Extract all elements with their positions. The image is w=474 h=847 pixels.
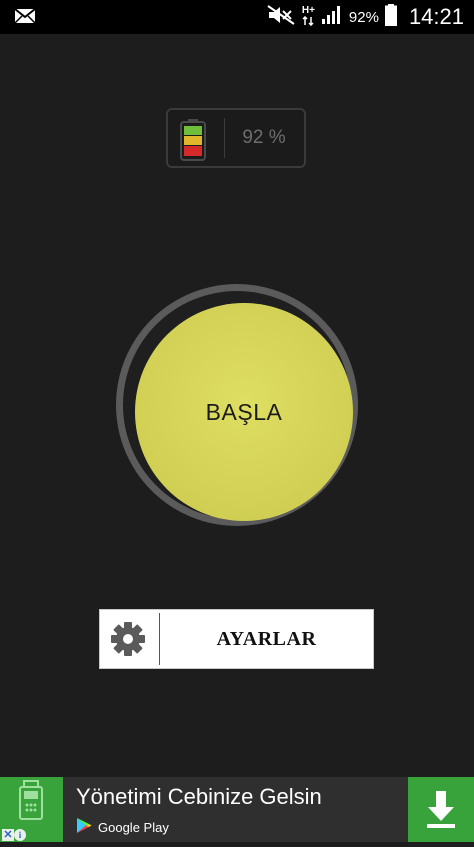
settings-button[interactable]: AYARLAR bbox=[99, 609, 374, 669]
pos-terminal-icon bbox=[19, 780, 43, 820]
signal-strength-icon bbox=[321, 5, 343, 30]
start-button-ring-gap: BAŞLA bbox=[123, 291, 353, 521]
ad-info-icon[interactable]: i bbox=[14, 829, 26, 841]
clock: 14:21 bbox=[408, 4, 464, 29]
ad-download-button[interactable] bbox=[408, 777, 474, 842]
ad-store-badge: Google Play bbox=[76, 817, 169, 837]
google-play-icon bbox=[76, 817, 92, 837]
battery-percent-text: 92% bbox=[348, 8, 379, 26]
battery-level-card: 92 % bbox=[166, 108, 306, 168]
status-bar: H+ 92% 14:21 bbox=[0, 0, 474, 34]
start-button[interactable]: BAŞLA bbox=[135, 303, 353, 521]
ad-app-icon[interactable]: ✕ i bbox=[0, 777, 63, 842]
settings-button-label: AYARLAR bbox=[216, 628, 317, 650]
battery-level-percent: 92 % bbox=[242, 127, 286, 148]
network-type-indicator: H+ bbox=[301, 4, 315, 29]
gear-icon bbox=[109, 620, 147, 663]
ad-close-icon[interactable]: ✕ bbox=[2, 829, 14, 841]
battery-icon bbox=[384, 3, 397, 31]
start-button-ring: BAŞLA bbox=[116, 284, 358, 526]
download-icon bbox=[427, 791, 455, 828]
mute-icon bbox=[266, 4, 296, 31]
ad-banner[interactable]: ✕ i Yönetimi Cebinize Gelsin Google Play bbox=[0, 777, 474, 842]
ad-title: Yönetimi Cebinize Gelsin bbox=[76, 784, 322, 809]
battery-level-icon bbox=[180, 119, 206, 166]
ad-store-label: Google Play bbox=[98, 819, 169, 835]
start-button-label: BAŞLA bbox=[205, 398, 283, 425]
mail-notification-icon bbox=[14, 7, 36, 30]
network-type-label: H+ bbox=[301, 4, 315, 16]
